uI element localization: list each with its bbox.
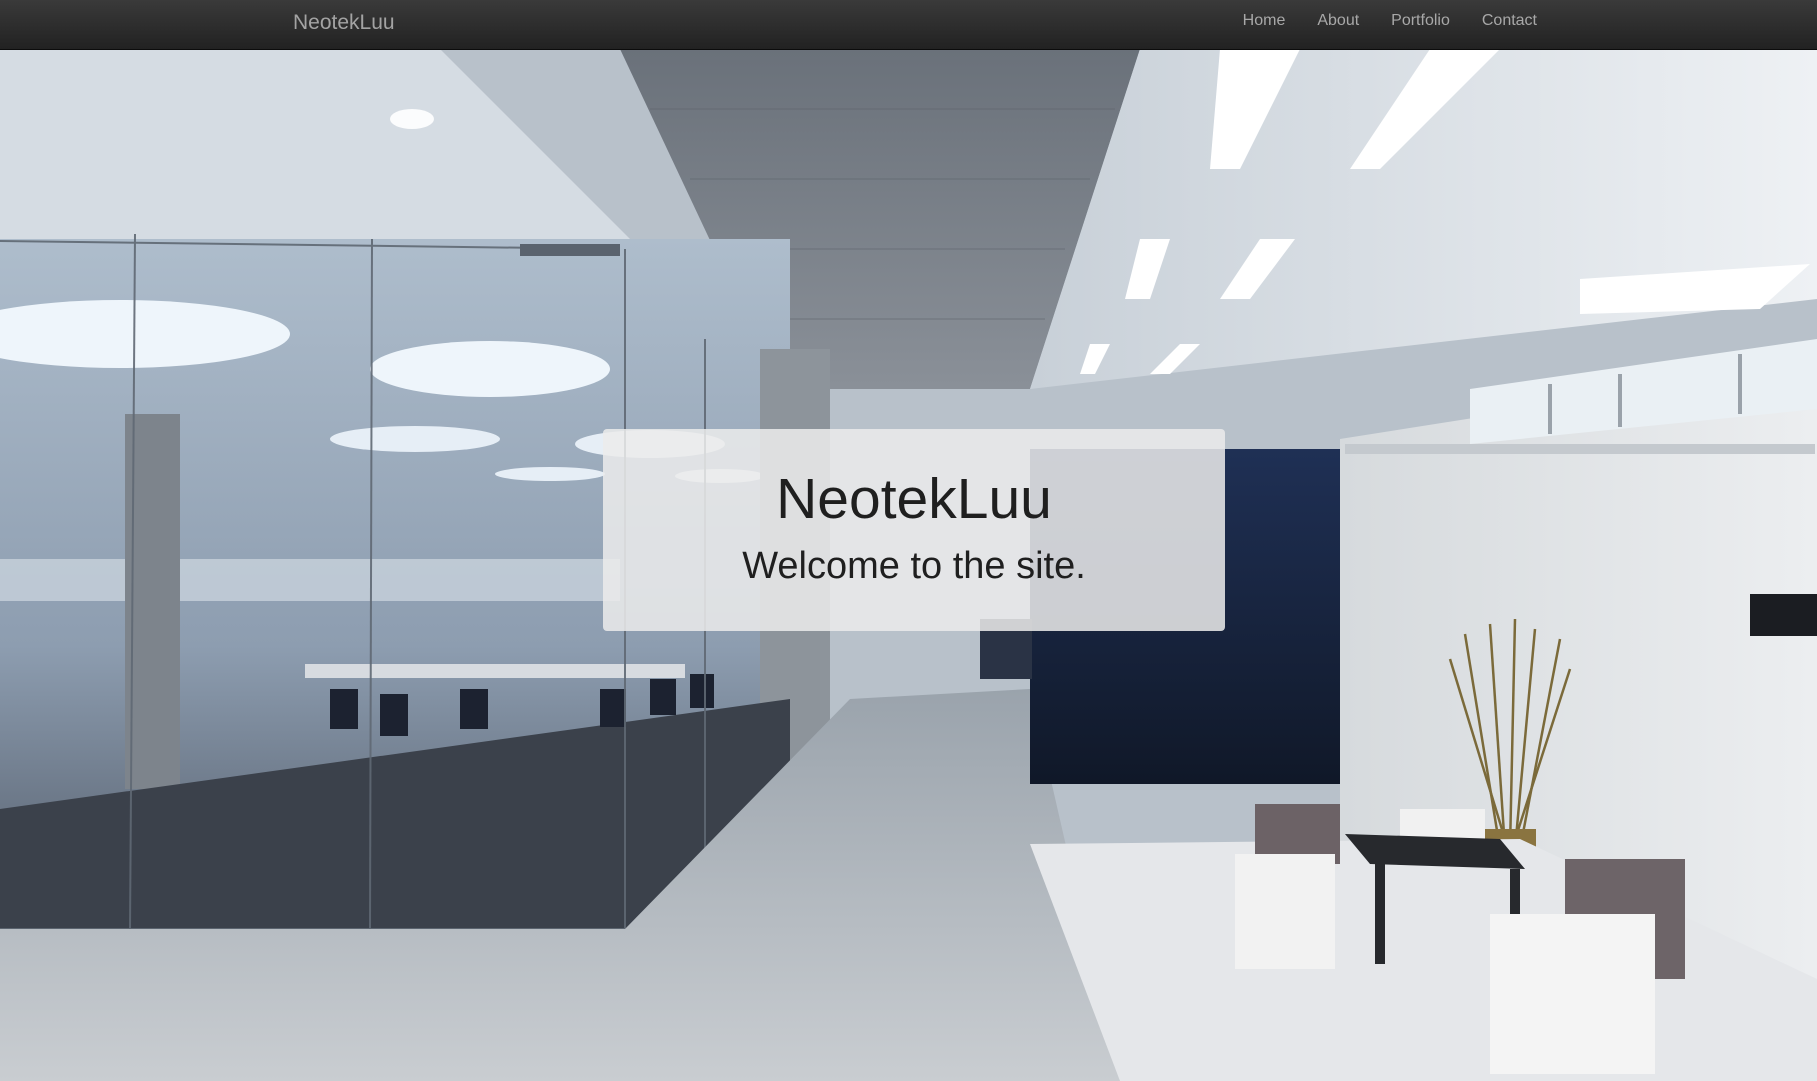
page: NeotekLuu Home About Portfolio Contact N…: [0, 0, 1817, 1081]
hero-subtitle: Welcome to the site.: [742, 545, 1086, 587]
top-navbar: NeotekLuu Home About Portfolio Contact: [0, 0, 1817, 50]
hero-title: NeotekLuu: [776, 467, 1052, 531]
nav-item-contact: Contact: [1482, 12, 1537, 30]
nav-item-home: Home: [1243, 12, 1286, 30]
welcome-panel: NeotekLuu Welcome to the site.: [603, 429, 1225, 631]
nav-menu: Home About Portfolio Contact: [1243, 12, 1537, 30]
nav-item-portfolio: Portfolio: [1391, 12, 1450, 30]
nav-item-about: About: [1317, 12, 1359, 30]
nav-link-portfolio[interactable]: Portfolio: [1391, 12, 1450, 29]
nav-link-contact[interactable]: Contact: [1482, 12, 1537, 29]
nav-link-about[interactable]: About: [1317, 12, 1359, 29]
brand-link[interactable]: NeotekLuu: [293, 11, 395, 35]
nav-link-home[interactable]: Home: [1243, 12, 1286, 29]
